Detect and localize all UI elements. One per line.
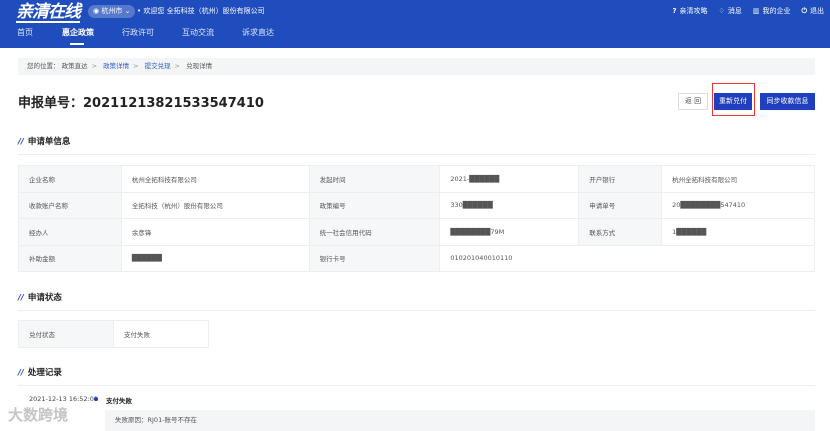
cell-label: 开户银行 xyxy=(578,165,663,193)
welcome-text: • 欢迎您 全拓科技（杭州）股份有限公司 xyxy=(137,7,265,15)
cell-label: 补助金额 xyxy=(18,244,122,272)
back-button[interactable]: 返 回 xyxy=(678,93,708,110)
breadcrumb-item[interactable]: 政策直达 xyxy=(62,62,88,70)
guide-link[interactable]: ? 亲清攻略 xyxy=(672,5,707,18)
logout-link[interactable]: ⏻ 退出 xyxy=(801,5,824,18)
breadcrumb-item[interactable]: 提交兑现 xyxy=(145,62,171,70)
my-company-label: 我的企业 xyxy=(762,7,791,15)
record-time: 2021-12-13 16:52:01 xyxy=(29,395,99,403)
section-label: 申请状态 xyxy=(27,293,62,303)
cell-label: 收款账户名称 xyxy=(18,191,122,219)
status-table: 兑付状态 支付失败 xyxy=(18,320,209,348)
cell-label: 企业名称 xyxy=(18,165,122,193)
breadcrumb-current: 兑现详情 xyxy=(186,62,213,70)
nav-permit[interactable]: 行政许可 xyxy=(122,27,154,47)
building-icon: ▥ xyxy=(752,7,760,15)
messages-link[interactable]: ♢ 消息 xyxy=(719,5,742,18)
cell-label: 经办人 xyxy=(18,218,122,246)
section-label: 处理记录 xyxy=(27,368,62,378)
logo[interactable]: 亲清在线 xyxy=(16,3,81,23)
cell-value: 2021-██████ xyxy=(439,165,580,193)
cell-label: 统一社会信用代码 xyxy=(308,218,441,246)
breadcrumb-prefix: 您的位置： xyxy=(27,62,60,70)
my-company-link[interactable]: ▥ 我的企业 xyxy=(753,5,791,18)
cell-value: 330██████ xyxy=(439,191,580,219)
cell-label: 政策编号 xyxy=(308,191,441,219)
table-row: 企业名称 杭州全拓科技有限公司 发起时间 2021-██████ 开户银行 杭州全拓科技有… xyxy=(18,165,815,193)
nav-interaction[interactable]: 互动交流 xyxy=(182,27,214,47)
record-reason: 失败原因：RJ01-账号不存在 xyxy=(105,410,815,431)
info-table: 企业名称 杭州全拓科技有限公司 发起时间 2021-██████ 开户银行 杭州全拓科技有… xyxy=(18,165,815,272)
status-value: 支付失败 xyxy=(113,320,209,348)
breadcrumb-item[interactable]: 政策详情 xyxy=(103,62,129,70)
watermark: 大数跨境 xyxy=(8,406,69,424)
messages-label: 消息 xyxy=(727,7,742,15)
section-label: 申请单信息 xyxy=(27,137,71,147)
table-row: 经办人 余彦锋 统一社会信用代码 ████████79M 联系方式 1██████ xyxy=(18,218,815,246)
logout-label: 退出 xyxy=(810,7,824,15)
cell-value: ████████79M xyxy=(439,218,580,246)
cell-value: 杭州全拓科技有限公司 xyxy=(661,165,815,193)
section-status-title: //申请状态 xyxy=(18,291,815,311)
cell-label: 申请单号 xyxy=(578,191,663,219)
power-icon: ⏻ xyxy=(801,7,807,15)
cell-value: 20████████547410 xyxy=(661,191,815,219)
cell-label: 发起时间 xyxy=(308,165,441,193)
table-row: 兑付状态 支付失败 xyxy=(18,320,209,348)
nav-appeal[interactable]: 诉求直达 xyxy=(242,27,274,47)
cell-value: 余彦锋 xyxy=(120,218,310,246)
table-row: 收款账户名称 全拓科技（杭州）股份有限公司 政策编号 330██████ 申请单号 20█… xyxy=(18,191,815,219)
sync-payment-button[interactable]: 同步收款信息 xyxy=(760,93,815,110)
page-title: 申报单号：20211213821533547410 xyxy=(18,96,264,111)
section-records-title: //处理记录 xyxy=(18,366,815,386)
cell-label: 联系方式 xyxy=(578,218,663,246)
nav-policy[interactable]: 惠企政策 xyxy=(62,27,94,47)
cell-value: 全拓科技（杭州）股份有限公司 xyxy=(120,191,310,219)
nav-home[interactable]: 首页 xyxy=(17,27,33,47)
cell-value: 010201040010110 xyxy=(439,244,815,272)
top-header: 亲清在线 ◉ 杭州市 ⌄ • 欢迎您 全拓科技（杭州）股份有限公司 ? 亲清攻略 … xyxy=(0,0,830,48)
table-row: 补助金额 ██████ 银行卡号 010201040010110 xyxy=(18,244,815,272)
cell-value: 杭州全拓科技有限公司 xyxy=(120,165,310,193)
bell-icon: ♢ xyxy=(718,7,725,15)
city-label: 杭州市 xyxy=(101,7,123,15)
guide-label: 亲清攻略 xyxy=(679,7,708,15)
record-title: 支付失败 xyxy=(106,397,132,405)
highlight-box xyxy=(712,83,755,116)
cell-label: 兑付状态 xyxy=(18,320,114,348)
cell-label: 银行卡号 xyxy=(308,244,441,272)
cell-value: ██████ xyxy=(120,244,310,272)
cell-value: 1██████ xyxy=(661,218,815,246)
timeline-dot-icon xyxy=(94,397,98,401)
breadcrumb: 您的位置： 政策直达 > 政策详情 > 提交兑现 > 兑现详情 xyxy=(18,58,815,75)
section-info-title: //申请单信息 xyxy=(18,135,815,155)
city-selector[interactable]: ◉ 杭州市 ⌄ xyxy=(88,5,136,18)
help-icon: ? xyxy=(672,7,677,15)
